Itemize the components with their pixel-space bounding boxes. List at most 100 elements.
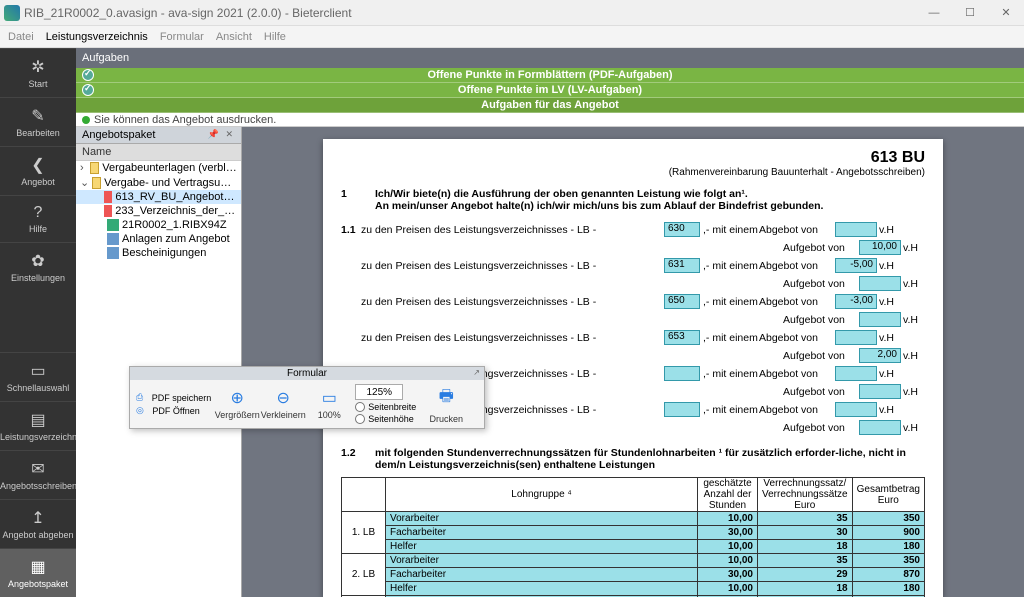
tasks-label: Aufgaben — [76, 50, 1024, 66]
abgebot-field[interactable] — [835, 222, 877, 237]
table-cell[interactable]: 10,00 — [698, 540, 758, 554]
table-cell[interactable]: Facharbeiter — [386, 526, 698, 540]
abgebot-field[interactable]: -5,00 — [835, 258, 877, 273]
table-cell[interactable]: 35 — [758, 554, 853, 568]
menu-datei[interactable]: Datei — [8, 31, 34, 43]
sidebar-item-bearbeiten[interactable]: ✎Bearbeiten — [0, 97, 76, 146]
lb-field[interactable]: 653 — [664, 330, 700, 345]
sidebar-item-angebot abgeben[interactable]: ↥Angebot abgeben — [0, 499, 76, 548]
aufgebot-field[interactable]: 10,00 — [859, 240, 901, 255]
table-cell[interactable]: 10,00 — [698, 582, 758, 596]
zoom-input[interactable] — [355, 384, 403, 400]
sidebar-item-hilfe[interactable]: ?Hilfe — [0, 195, 76, 242]
sidebar-item-einstellungen[interactable]: ✿Einstellungen — [0, 242, 76, 291]
sidebar-item-schnellauswahl[interactable]: ▭Schnellauswahl — [0, 352, 76, 401]
page-width-radio[interactable]: Seitenbreite — [355, 402, 416, 412]
pdf-open-button[interactable]: ◎ PDF Öffnen — [136, 405, 211, 416]
aufgebot-field[interactable] — [859, 312, 901, 327]
note-bar: Sie können das Angebot ausdrucken. — [76, 113, 1024, 127]
aufgebot-field[interactable]: 2,00 — [859, 348, 901, 363]
doc-subtitle: (Rahmenvereinbarung Bauunterhalt - Angeb… — [341, 167, 925, 178]
tree-item[interactable]: ⌄Vergabe- und Vertragsunterlagen (mü... — [76, 175, 241, 190]
formular-toolbar[interactable]: Formular ↗ ⎙ PDF speichern ◎ PDF Öffnen ⊕… — [129, 366, 485, 429]
sidebar-item-leistungsverzeichnis[interactable]: ▤Leistungsverzeichnis — [0, 401, 76, 450]
table-cell[interactable]: 10,00 — [698, 512, 758, 526]
tree-item[interactable]: Anlagen zum Angebot — [76, 232, 241, 246]
zoom-in-button[interactable]: ⊕Vergrößern — [217, 388, 257, 420]
wage-table: Lohngruppe ⁴geschätzteAnzahl derStundenV… — [341, 477, 925, 597]
menu-hilfe[interactable]: Hilfe — [264, 31, 286, 43]
abgebot-field[interactable] — [835, 366, 877, 381]
panel-pin-icon[interactable]: 📌 ✕ — [208, 129, 235, 141]
sec-1-2-text: mit folgenden Stundenverrechnungssätzen … — [375, 447, 925, 471]
menu-formular[interactable]: Formular — [160, 31, 204, 43]
table-cell[interactable]: 35 — [758, 512, 853, 526]
lb-field[interactable]: 630 — [664, 222, 700, 237]
aufgebot-field[interactable] — [859, 420, 901, 435]
tree-item[interactable]: 613_RV_BU_Angebotsschreiben-... — [76, 190, 241, 204]
abgebot-field[interactable]: -3,00 — [835, 294, 877, 309]
table-cell[interactable]: Vorarbeiter — [386, 512, 698, 526]
doc-title: 613 BU — [341, 149, 925, 167]
menu-ansicht[interactable]: Ansicht — [216, 31, 252, 43]
lb-field[interactable] — [664, 402, 700, 417]
tree-col-name[interactable]: Name — [76, 144, 241, 161]
table-cell[interactable]: 180 — [852, 582, 924, 596]
lb-field[interactable]: 650 — [664, 294, 700, 309]
tree-title: Angebotspaket — [82, 129, 155, 141]
table-cell[interactable]: 30,00 — [698, 568, 758, 582]
sidebar-item-angebotsschreiben[interactable]: ✉Angebotsschreiben — [0, 450, 76, 499]
menu-bar: Datei Leistungsverzeichnis Formular Ansi… — [0, 26, 1024, 48]
aufgebot-field[interactable] — [859, 384, 901, 399]
tree-item[interactable]: 233_Verzeichnis_der_Nachuntern... — [76, 204, 241, 218]
pdf-save-button[interactable]: ⎙ PDF speichern — [136, 392, 211, 403]
table-cell[interactable]: 900 — [852, 526, 924, 540]
table-cell[interactable]: 30 — [758, 526, 853, 540]
table-cell[interactable]: Facharbeiter — [386, 568, 698, 582]
table-cell[interactable]: 18 — [758, 582, 853, 596]
aufgebot-field[interactable] — [859, 276, 901, 291]
sidebar-item-start[interactable]: ✲Start — [0, 48, 76, 97]
sec-1: 1 — [341, 188, 361, 200]
lb-field[interactable] — [664, 366, 700, 381]
table-cell[interactable]: 29 — [758, 568, 853, 582]
sidebar-item-angebotspaket[interactable]: ▦Angebotspaket — [0, 548, 76, 597]
app-icon — [4, 5, 20, 21]
print-button[interactable]: 🖶Drucken — [422, 385, 470, 424]
menu-leistungsverzeichnis[interactable]: Leistungsverzeichnis — [46, 31, 148, 43]
toolbar-title: Formular — [287, 368, 327, 379]
intro-text: Ich/Wir biete(n) die Ausführung der oben… — [375, 188, 925, 212]
minimize-button[interactable]: — — [916, 0, 952, 26]
close-button[interactable]: ✕ — [988, 0, 1024, 26]
maximize-button[interactable]: ☐ — [952, 0, 988, 26]
zoom-out-button[interactable]: ⊖Verkleinern — [263, 388, 303, 420]
table-cell[interactable]: 30,00 — [698, 526, 758, 540]
table-cell[interactable]: 350 — [852, 554, 924, 568]
table-cell[interactable]: Vorarbeiter — [386, 554, 698, 568]
task-header: Aufgaben — [76, 48, 1024, 68]
table-cell[interactable]: Helfer — [386, 582, 698, 596]
lb-field[interactable]: 631 — [664, 258, 700, 273]
document-viewport[interactable]: 613 BU (Rahmenvereinbarung Bauunterhalt … — [242, 127, 1024, 597]
tree-item[interactable]: ›Vergabeunterlagen (verbleiben beim ... — [76, 161, 241, 175]
banner-lv[interactable]: Offene Punkte im LV (LV-Aufgaben) — [76, 83, 1024, 98]
banner-pdf[interactable]: Offene Punkte in Formblättern (PDF-Aufga… — [76, 68, 1024, 83]
zoom-100-button[interactable]: ▭100% — [309, 388, 349, 420]
table-cell[interactable]: 18 — [758, 540, 853, 554]
sidebar-item-angebot[interactable]: ❮Angebot — [0, 146, 76, 195]
tree-item[interactable]: 21R0002_1.RIBX94Z — [76, 218, 241, 232]
table-cell[interactable]: 180 — [852, 540, 924, 554]
tree-item[interactable]: Bescheinigungen — [76, 246, 241, 260]
sec-1-2: 1.2 — [341, 447, 361, 471]
abgebot-field[interactable] — [835, 330, 877, 345]
toolbar-expand-icon[interactable]: ↗ — [473, 368, 480, 377]
tree-panel: Angebotspaket 📌 ✕ Name ›Vergabeunterlagen… — [76, 127, 242, 597]
table-cell[interactable]: 870 — [852, 568, 924, 582]
table-cell[interactable]: Helfer — [386, 540, 698, 554]
table-cell[interactable]: 10,00 — [698, 554, 758, 568]
page-height-radio[interactable]: Seitenhöhe — [355, 414, 416, 424]
table-cell[interactable]: 350 — [852, 512, 924, 526]
title-bar: RIB_21R0002_0.avasign - ava-sign 2021 (2… — [0, 0, 1024, 26]
abgebot-field[interactable] — [835, 402, 877, 417]
banner-angebot[interactable]: Aufgaben für das Angebot — [76, 98, 1024, 113]
